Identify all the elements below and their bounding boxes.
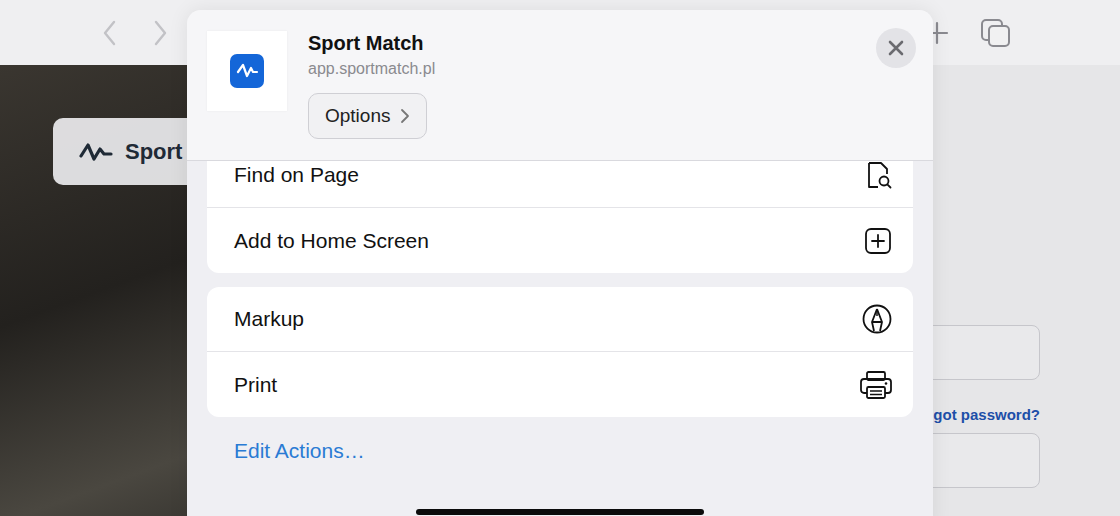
close-button[interactable] bbox=[876, 28, 916, 68]
home-indicator bbox=[416, 509, 704, 515]
share-sheet: Sport Match app.sportmatch.pl OptionsFind … bbox=[187, 10, 933, 516]
options-button[interactable]: Options bbox=[308, 93, 427, 139]
action-list: Find on PageAdd to Home ScreenMarkupPrin… bbox=[187, 161, 933, 471]
markup-pen-icon bbox=[861, 303, 893, 335]
site-icon-box bbox=[207, 31, 287, 111]
action-row[interactable]: Add to Home Screen bbox=[207, 208, 913, 273]
edit-actions-link[interactable]: Edit Actions… bbox=[207, 431, 913, 471]
find-on-page-icon bbox=[863, 160, 893, 190]
action-group: MarkupPrint bbox=[207, 287, 913, 417]
brand-name: Sport bbox=[125, 139, 182, 165]
action-row[interactable]: Print bbox=[207, 352, 913, 417]
safari-screen: Sport got password? Sport Match app.sportma… bbox=[0, 0, 1120, 516]
tabs-overview-icon[interactable] bbox=[980, 18, 1012, 48]
action-row[interactable]: Markup bbox=[207, 287, 913, 352]
add-square-icon bbox=[863, 226, 893, 256]
chevron-right-icon bbox=[400, 108, 410, 124]
site-logo-icon bbox=[230, 54, 264, 88]
forgot-password-link[interactable]: got password? bbox=[933, 406, 1040, 423]
share-url: app.sportmatch.pl bbox=[308, 60, 913, 78]
brand-logo-icon bbox=[79, 140, 113, 164]
share-header: Sport Match app.sportmatch.pl Options bbox=[187, 10, 933, 161]
share-title: Sport Match bbox=[308, 32, 913, 55]
close-x-icon bbox=[887, 39, 905, 57]
printer-icon bbox=[859, 369, 893, 401]
action-group: Find on PageAdd to Home Screen bbox=[207, 143, 913, 273]
back-arrow-icon[interactable] bbox=[100, 19, 120, 47]
forward-arrow-icon[interactable] bbox=[150, 19, 170, 47]
